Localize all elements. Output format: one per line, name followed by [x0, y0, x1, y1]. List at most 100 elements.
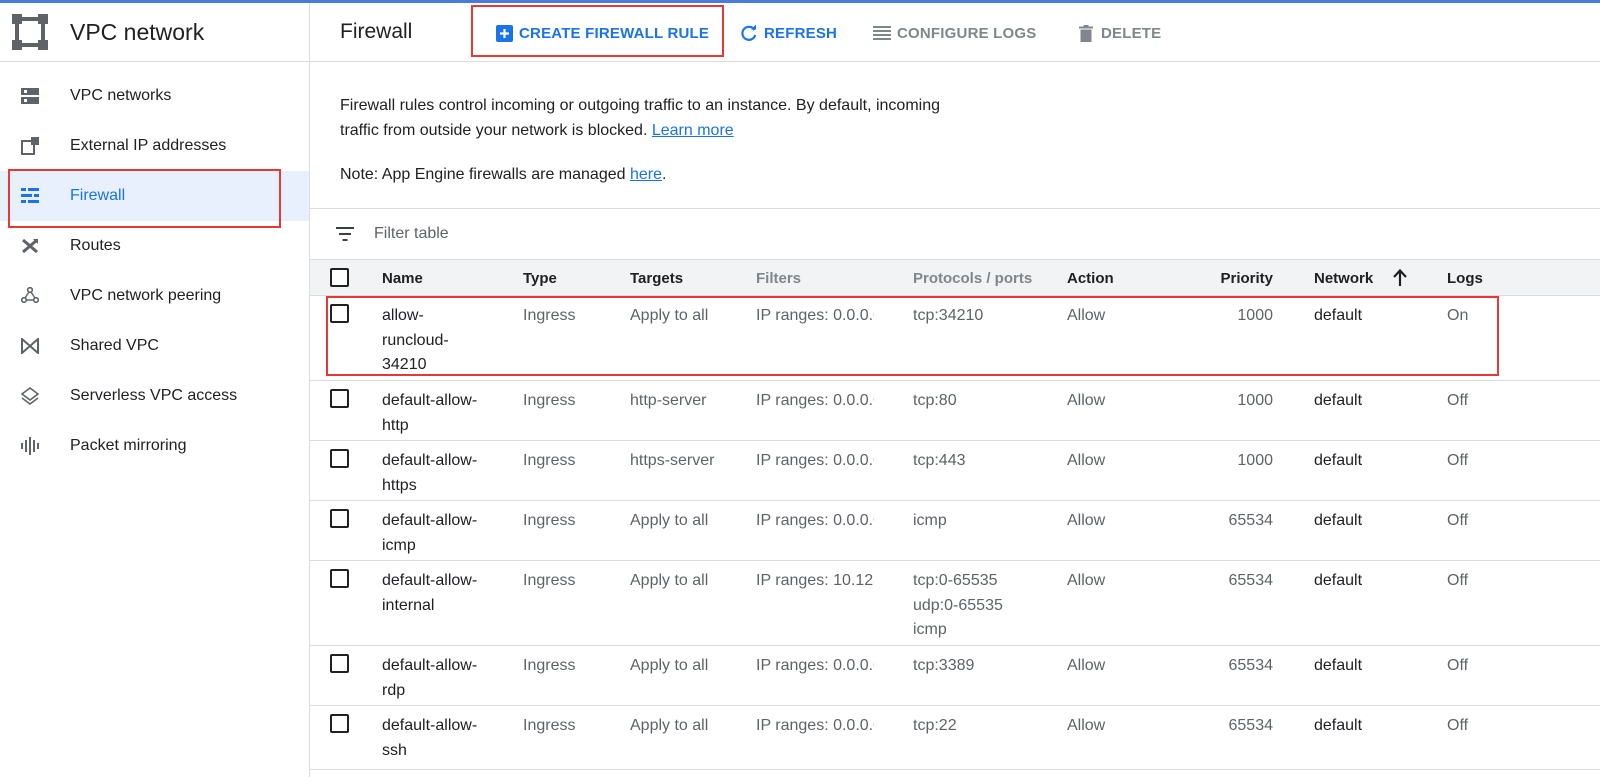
table-row[interactable]: default-allow- https Ingress https-server I… [310, 441, 1600, 501]
col-header-network[interactable]: Network [1314, 270, 1373, 287]
cell-name[interactable]: default-allow- rdp [382, 654, 477, 703]
cell-filters: IP ranges: 10.128.0.0/9 [756, 572, 874, 589]
firewall-description-text: Firewall rules control incoming or outgo… [340, 97, 941, 139]
sidebar-item-label: Packet mirroring [70, 437, 187, 454]
table-row[interactable]: default-allow- ssh Ingress Apply to all IP … [310, 706, 1600, 770]
filter-table-input[interactable] [374, 225, 774, 243]
configure-logs-label: CONFIGURE LOGS [897, 24, 1037, 42]
row-checkbox[interactable] [330, 304, 349, 323]
cell-name[interactable]: allow- runcloud- 34210 [382, 304, 449, 378]
list-icon [873, 24, 891, 42]
configure-logs-button[interactable]: CONFIGURE LOGS [873, 13, 1036, 53]
sidebar-item-shared-vpc[interactable]: Shared VPC [0, 321, 309, 371]
sidebar-item-label: VPC networks [70, 87, 172, 104]
table-row[interactable]: default-allow- internal Ingress Apply to a… [310, 561, 1600, 646]
vpc-network-product-icon [12, 14, 48, 50]
sidebar-item-vpc-networks[interactable]: VPC networks [0, 71, 309, 121]
sidebar-item-firewall[interactable]: Firewall [0, 171, 309, 221]
row-checkbox[interactable] [330, 569, 349, 588]
select-all-checkbox[interactable] [330, 268, 349, 287]
table-row[interactable]: default-allow- icmp Ingress Apply to all IP… [310, 501, 1600, 561]
row-checkbox[interactable] [330, 654, 349, 673]
trash-icon [1077, 24, 1095, 42]
sidebar-item-label: Serverless VPC access [70, 387, 238, 404]
learn-more-link[interactable]: Learn more [652, 122, 734, 139]
row-checkbox[interactable] [330, 389, 349, 408]
sidebar-item-external-ip[interactable]: External IP addresses [0, 121, 309, 171]
cell-priority: 65534 [1228, 657, 1274, 674]
cell-network: default [1314, 572, 1363, 589]
cell-targets: Apply to all [630, 657, 709, 674]
col-header-type[interactable]: Type [523, 270, 557, 287]
sidebar-item-serverless[interactable]: Serverless VPC access [0, 371, 309, 421]
cell-type: Ingress [523, 307, 576, 324]
cell-filters: IP ranges: 0.0.0.0/0 [756, 307, 874, 324]
table-row[interactable]: default-allow- rdp Ingress Apply to all IP … [310, 646, 1600, 706]
cell-protocols: tcp:3389 [913, 657, 975, 674]
row-checkbox[interactable] [330, 449, 349, 468]
col-header-targets[interactable]: Targets [630, 270, 683, 287]
vpc-networks-icon [20, 86, 40, 106]
cell-protocols: icmp [913, 512, 947, 529]
cell-priority: 65534 [1228, 717, 1274, 734]
row-checkbox[interactable] [330, 509, 349, 528]
sidebar-item-routes[interactable]: Routes [0, 221, 309, 271]
cell-name[interactable]: default-allow- http [382, 389, 477, 438]
delete-button[interactable]: DELETE [1077, 13, 1161, 53]
cell-protocols: tcp:22 [913, 717, 957, 734]
cell-targets: Apply to all [630, 572, 709, 589]
create-firewall-rule-button[interactable]: CREATE FIREWALL RULE [495, 13, 709, 53]
cell-type: Ingress [523, 572, 576, 589]
cell-action: Allow [1067, 512, 1106, 529]
create-firewall-rule-label: CREATE FIREWALL RULE [519, 24, 710, 42]
delete-label: DELETE [1101, 24, 1162, 42]
sidebar-nav: VPC networks External IP addresses Firew… [0, 62, 309, 471]
sidebar-item-label: Firewall [70, 187, 126, 204]
cell-priority: 1000 [1237, 307, 1273, 324]
cell-name[interactable]: default-allow- ssh [382, 714, 477, 763]
table-row[interactable]: allow- runcloud- 34210 Ingress Apply to al… [310, 296, 1600, 381]
col-header-priority[interactable]: Priority [1180, 270, 1273, 287]
cell-logs: On [1447, 307, 1469, 324]
cell-filters: IP ranges: 0.0.0.0/0 [756, 657, 874, 674]
cell-action: Allow [1067, 572, 1106, 589]
cell-filters: IP ranges: 0.0.0.0/0 [756, 452, 874, 469]
col-header-name[interactable]: Name [382, 270, 423, 287]
sort-ascending-icon[interactable] [1393, 268, 1407, 291]
main-content: Firewall CREATE FIREWALL RULE REFRESH CO… [310, 3, 1600, 777]
shared-vpc-icon [20, 336, 40, 356]
add-box-icon [495, 24, 513, 42]
routes-icon [20, 236, 40, 256]
toolbar: Firewall CREATE FIREWALL RULE REFRESH CO… [310, 3, 1600, 62]
cell-type: Ingress [523, 717, 576, 734]
refresh-button[interactable]: REFRESH [740, 13, 837, 53]
cell-type: Ingress [523, 452, 576, 469]
table-header: Name Type Targets Filters Protocols / po… [310, 259, 1600, 296]
peering-icon [20, 286, 40, 306]
cell-logs: Off [1447, 717, 1469, 734]
col-header-logs[interactable]: Logs [1447, 270, 1483, 287]
cell-name[interactable]: default-allow- icmp [382, 509, 477, 558]
table-row[interactable]: default-allow- http Ingress http-server IP … [310, 381, 1600, 441]
firewall-rules-table: Name Type Targets Filters Protocols / po… [310, 259, 1600, 770]
col-header-filters: Filters [756, 270, 802, 287]
cell-targets: Apply to all [630, 307, 709, 324]
cell-name[interactable]: default-allow- https [382, 449, 477, 498]
cell-network: default [1314, 307, 1363, 324]
cell-type: Ingress [523, 392, 576, 409]
cell-action: Allow [1067, 307, 1106, 324]
cell-filters: IP ranges: 0.0.0.0/0 [756, 512, 874, 529]
cell-protocols: tcp:443 [913, 452, 966, 469]
sidebar-item-packet-mirroring[interactable]: Packet mirroring [0, 421, 309, 471]
here-link[interactable]: here [630, 166, 662, 183]
cell-logs: Off [1447, 392, 1469, 409]
cell-targets: https-server [630, 452, 715, 469]
cell-priority: 65534 [1228, 512, 1274, 529]
cell-name[interactable]: default-allow- internal [382, 569, 477, 618]
col-header-action[interactable]: Action [1067, 270, 1114, 287]
filter-icon[interactable] [336, 227, 354, 241]
sidebar-item-peering[interactable]: VPC network peering [0, 271, 309, 321]
cell-network: default [1314, 657, 1363, 674]
cell-network: default [1314, 717, 1363, 734]
row-checkbox[interactable] [330, 714, 349, 733]
